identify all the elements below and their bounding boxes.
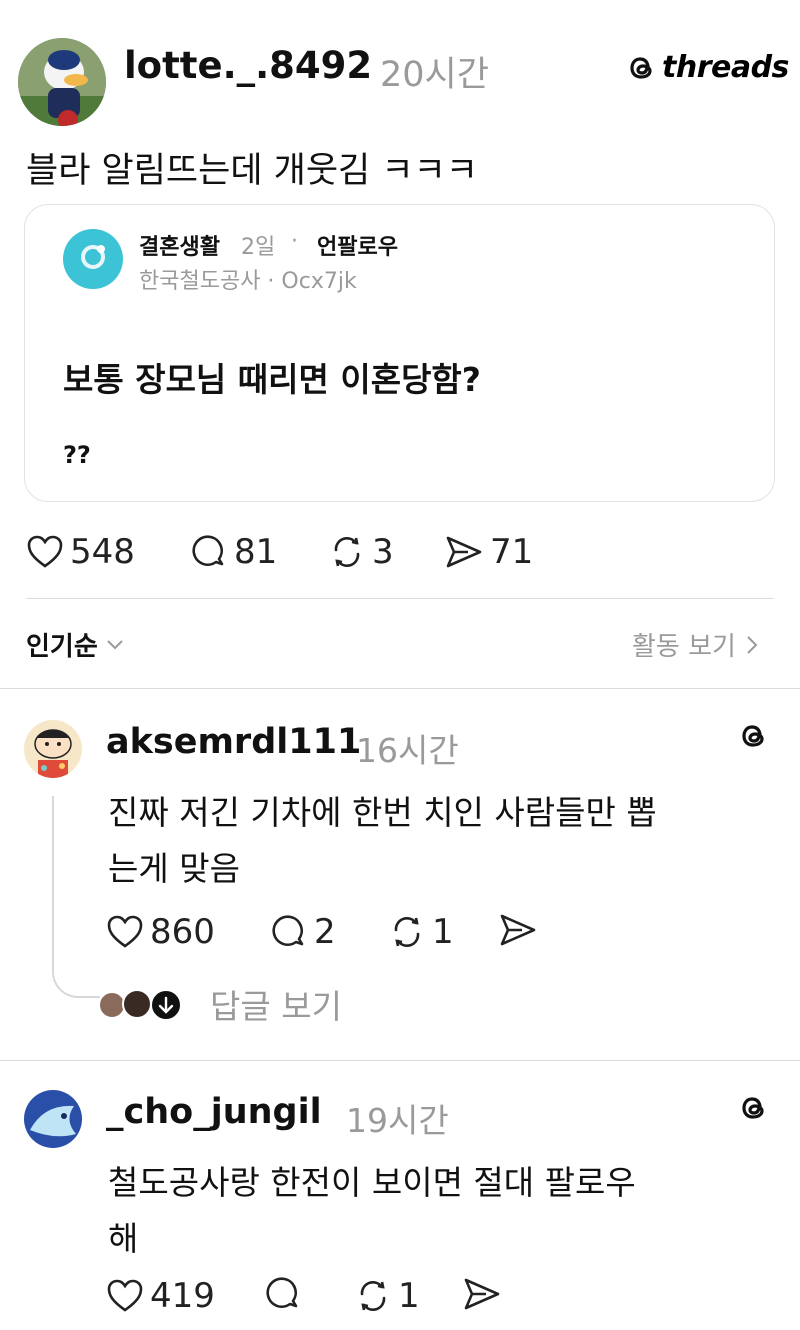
repost-icon <box>354 1278 392 1314</box>
post-share-count: 71 <box>490 532 534 572</box>
comment-username[interactable]: _cho_jungil <box>106 1092 322 1132</box>
post-like-button[interactable]: 548 <box>26 532 135 572</box>
threads-logo-icon <box>628 52 656 84</box>
reply-avatar <box>122 989 152 1019</box>
sort-label: 인기순 <box>26 632 98 662</box>
comment-like-count: 860 <box>150 912 215 952</box>
unfollow-link[interactable]: 언팔로우 <box>317 229 398 261</box>
view-activity-label: 활동 보기 <box>632 632 736 662</box>
reply-avatars <box>98 985 188 1023</box>
comment-share-button[interactable] <box>462 1276 502 1312</box>
post-text: 블라 알림뜨는데 개웃김 ㅋㅋㅋ <box>26 151 478 191</box>
comment-repost-button[interactable]: 1 <box>354 1276 420 1316</box>
repost-icon <box>388 914 426 950</box>
post-share-button[interactable]: 71 <box>444 532 533 572</box>
post-comment-count: 81 <box>234 532 278 572</box>
view-replies-label: 답글 보기 <box>210 987 342 1026</box>
comment-avatar[interactable] <box>24 720 82 778</box>
sort-dropdown[interactable]: 인기순 <box>26 626 124 663</box>
arrow-down-icon <box>150 989 182 1021</box>
chevron-down-icon <box>106 639 124 651</box>
comment-text-line-2: 는게 맞음 <box>108 849 240 888</box>
post-like-count: 548 <box>70 532 135 572</box>
comment-reply-count: 2 <box>314 912 336 952</box>
threads-wordmark: threads <box>662 50 789 85</box>
comment-icon <box>192 534 228 570</box>
quoted-username[interactable]: 결혼생활 <box>139 229 220 261</box>
post-time: 20시간 <box>380 55 489 95</box>
quoted-avatar[interactable] <box>63 229 123 289</box>
quoted-separator: · <box>291 229 298 254</box>
view-activity-link[interactable]: 활동 보기 <box>632 626 758 663</box>
post-username[interactable]: lotte._.8492 <box>124 44 372 87</box>
comment-time: 19시간 <box>346 1101 449 1140</box>
chevron-right-icon <box>746 635 758 655</box>
stats-divider <box>26 598 774 599</box>
comment-repost-button[interactable]: 1 <box>388 912 454 952</box>
quoted-body: ?? <box>63 441 91 469</box>
share-icon <box>462 1276 502 1312</box>
share-icon <box>498 912 538 948</box>
comment-username[interactable]: aksemrdl111 <box>106 722 361 762</box>
comment-text-line-2: 해 <box>108 1219 139 1258</box>
comment-text-line-1: 철도공사랑 한전이 보이면 절대 팔로우 <box>108 1163 636 1202</box>
quoted-title: 보통 장모님 때리면 이혼당함? <box>63 360 481 399</box>
view-replies-button[interactable]: 답글 보기 <box>98 980 342 1028</box>
comment-like-count: 419 <box>150 1276 215 1316</box>
post-avatar[interactable] <box>18 38 106 126</box>
comment-icon <box>266 1276 302 1312</box>
quoted-post-card[interactable]: 결혼생활 2일 · 언팔로우 한국철도공사 · Ocx7jk 보통 장모님 때리… <box>24 204 775 502</box>
post-repost-count: 3 <box>372 532 394 572</box>
heart-icon <box>26 534 64 570</box>
comment-like-button[interactable]: 419 <box>106 1276 215 1316</box>
heart-icon <box>106 914 144 950</box>
comment-divider <box>0 1060 800 1061</box>
comment-time: 16시간 <box>356 731 459 770</box>
comment-reply-button[interactable]: 2 <box>272 912 336 952</box>
threads-logo-icon[interactable] <box>740 720 768 752</box>
threads-brand[interactable]: threads <box>628 50 789 85</box>
sort-divider <box>0 688 800 689</box>
thread-connector <box>52 796 100 998</box>
comment-share-button[interactable] <box>498 912 538 948</box>
comment-avatar[interactable] <box>24 1090 82 1148</box>
comment-icon <box>272 914 308 950</box>
comment-repost-count: 1 <box>398 1276 420 1316</box>
quoted-time: 2일 <box>241 235 276 260</box>
comment-like-button[interactable]: 860 <box>106 912 215 952</box>
heart-icon <box>106 1278 144 1314</box>
comment-repost-count: 1 <box>432 912 454 952</box>
comment-reply-button[interactable] <box>266 1276 302 1312</box>
post-comment-button[interactable]: 81 <box>192 532 277 572</box>
post-repost-button[interactable]: 3 <box>328 532 394 572</box>
comment-text-line-1: 진짜 저긴 기차에 한번 치인 사람들만 뽑 <box>108 793 657 832</box>
quoted-subtitle: 한국철도공사 · Ocx7jk <box>139 269 357 294</box>
share-icon <box>444 534 484 570</box>
repost-icon <box>328 534 366 570</box>
threads-logo-icon[interactable] <box>740 1092 768 1124</box>
